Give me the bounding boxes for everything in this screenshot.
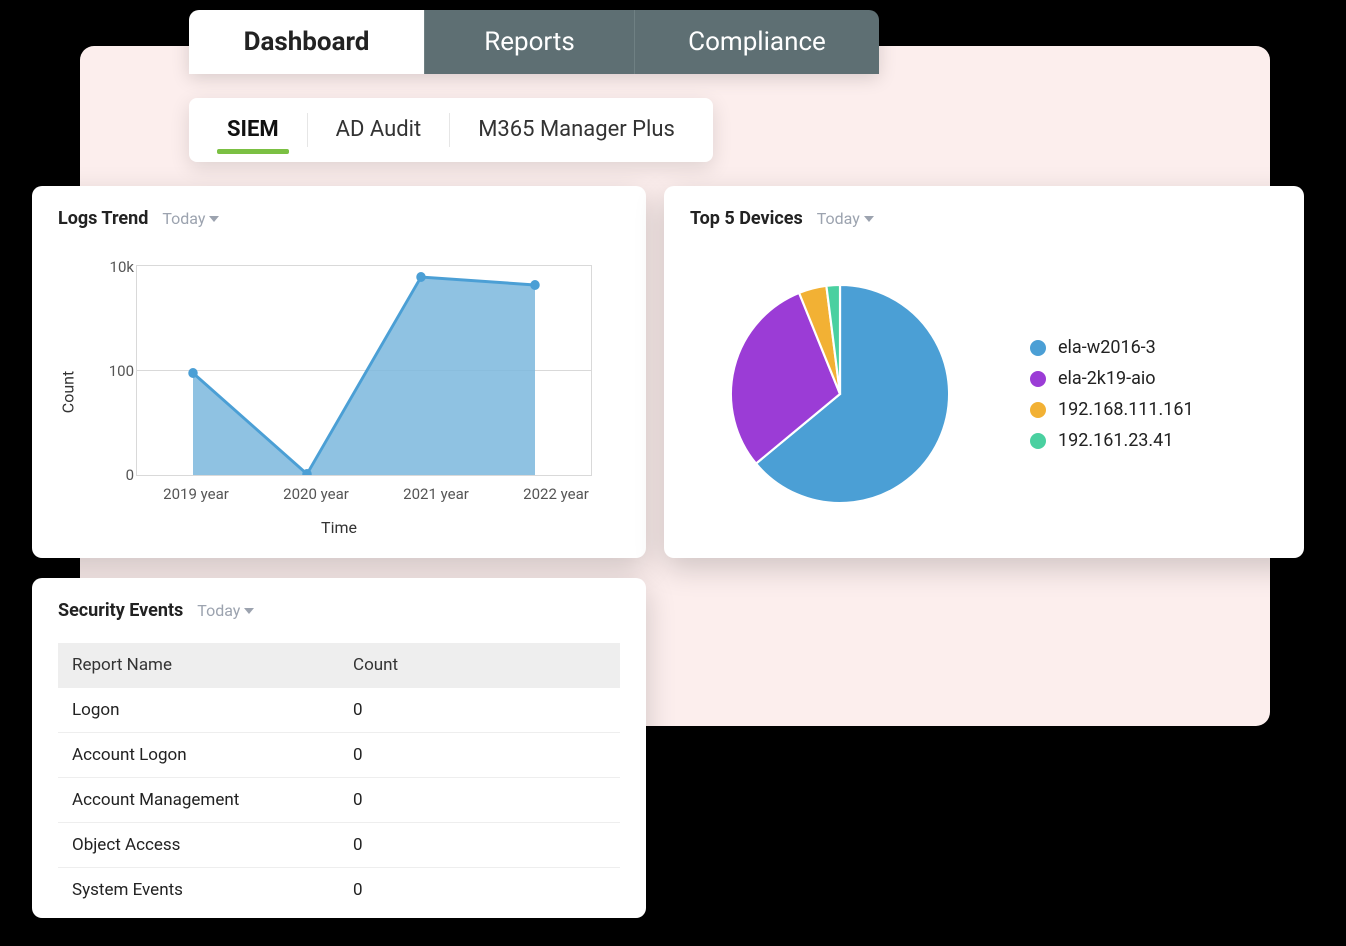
- logs-trend-title: Logs Trend: [58, 208, 148, 229]
- legend-label: ela-2k19-aio: [1058, 368, 1156, 389]
- sub-tab-ad-audit[interactable]: AD Audit: [308, 98, 450, 162]
- table-row[interactable]: Logon 0: [58, 688, 620, 733]
- y-tick-0: 0: [94, 466, 134, 484]
- security-events-title: Security Events: [58, 600, 183, 621]
- table-row[interactable]: Account Logon 0: [58, 733, 620, 778]
- legend-swatch-icon: [1030, 402, 1046, 418]
- tab-compliance[interactable]: Compliance: [634, 10, 879, 74]
- pie-chart: [690, 264, 990, 524]
- card-security-events: Security Events Today Report Name Count …: [32, 578, 646, 918]
- logs-trend-period-select[interactable]: Today: [162, 209, 219, 228]
- cell-report-name: System Events: [58, 868, 339, 913]
- sub-tab-siem[interactable]: SIEM: [199, 98, 307, 162]
- top-devices-title: Top 5 Devices: [690, 208, 803, 229]
- legend-item[interactable]: 192.168.111.161: [1030, 399, 1194, 420]
- tab-reports[interactable]: Reports: [424, 10, 634, 74]
- cell-report-name: Account Logon: [58, 733, 339, 778]
- security-events-period-select[interactable]: Today: [197, 601, 254, 620]
- sub-tab-m365[interactable]: M365 Manager Plus: [450, 98, 703, 162]
- tab-dashboard[interactable]: Dashboard: [189, 10, 424, 74]
- cell-report-name: Object Access: [58, 823, 339, 868]
- cell-count: 0: [339, 778, 620, 823]
- top-devices-period-label: Today: [817, 209, 860, 228]
- security-events-table: Report Name Count Logon 0 Account Logon …: [58, 643, 620, 912]
- logs-trend-chart: Count Time 0 100 10k 2019 year 2020 year…: [58, 247, 620, 537]
- x-axis-label: Time: [321, 518, 357, 537]
- legend-item[interactable]: ela-2k19-aio: [1030, 368, 1194, 389]
- pie-legend: ela-w2016-3 ela-2k19-aio 192.168.111.161…: [1030, 327, 1194, 461]
- legend-swatch-icon: [1030, 371, 1046, 387]
- cell-count: 0: [339, 733, 620, 778]
- legend-swatch-icon: [1030, 340, 1046, 356]
- legend-label: 192.161.23.41: [1058, 430, 1173, 451]
- chevron-down-icon: [864, 216, 874, 222]
- sub-tabs: SIEM AD Audit M365 Manager Plus: [189, 98, 713, 162]
- table-row[interactable]: System Events 0: [58, 868, 620, 913]
- legend-label: ela-w2016-3: [1058, 337, 1156, 358]
- legend-label: 192.168.111.161: [1058, 399, 1194, 420]
- legend-swatch-icon: [1030, 433, 1046, 449]
- legend-item[interactable]: 192.161.23.41: [1030, 430, 1194, 451]
- cell-report-name: Account Management: [58, 778, 339, 823]
- main-tabs: Dashboard Reports Compliance: [189, 10, 879, 74]
- legend-item[interactable]: ela-w2016-3: [1030, 337, 1194, 358]
- x-tick-2: 2021 year: [403, 485, 469, 503]
- x-tick-0: 2019 year: [163, 485, 229, 503]
- y-tick-1: 100: [94, 362, 134, 380]
- y-tick-2: 10k: [94, 258, 134, 276]
- plot-area: [136, 265, 592, 475]
- cell-count: 0: [339, 823, 620, 868]
- col-count: Count: [339, 643, 620, 688]
- col-report-name: Report Name: [58, 643, 339, 688]
- table-row[interactable]: Account Management 0: [58, 778, 620, 823]
- chevron-down-icon: [209, 216, 219, 222]
- logs-trend-period-label: Today: [162, 209, 205, 228]
- y-axis-label: Count: [59, 371, 78, 413]
- card-top-devices: Top 5 Devices Today ela-w2016-3: [664, 186, 1304, 558]
- x-tick-1: 2020 year: [283, 485, 349, 503]
- cell-report-name: Logon: [58, 688, 339, 733]
- cell-count: 0: [339, 868, 620, 913]
- table-row[interactable]: Object Access 0: [58, 823, 620, 868]
- cell-count: 0: [339, 688, 620, 733]
- x-tick-3: 2022 year: [523, 485, 589, 503]
- area-chart-svg: [136, 265, 592, 475]
- chevron-down-icon: [244, 608, 254, 614]
- top-devices-period-select[interactable]: Today: [817, 209, 874, 228]
- security-events-period-label: Today: [197, 601, 240, 620]
- card-logs-trend: Logs Trend Today Count Time 0 100 10k: [32, 186, 646, 558]
